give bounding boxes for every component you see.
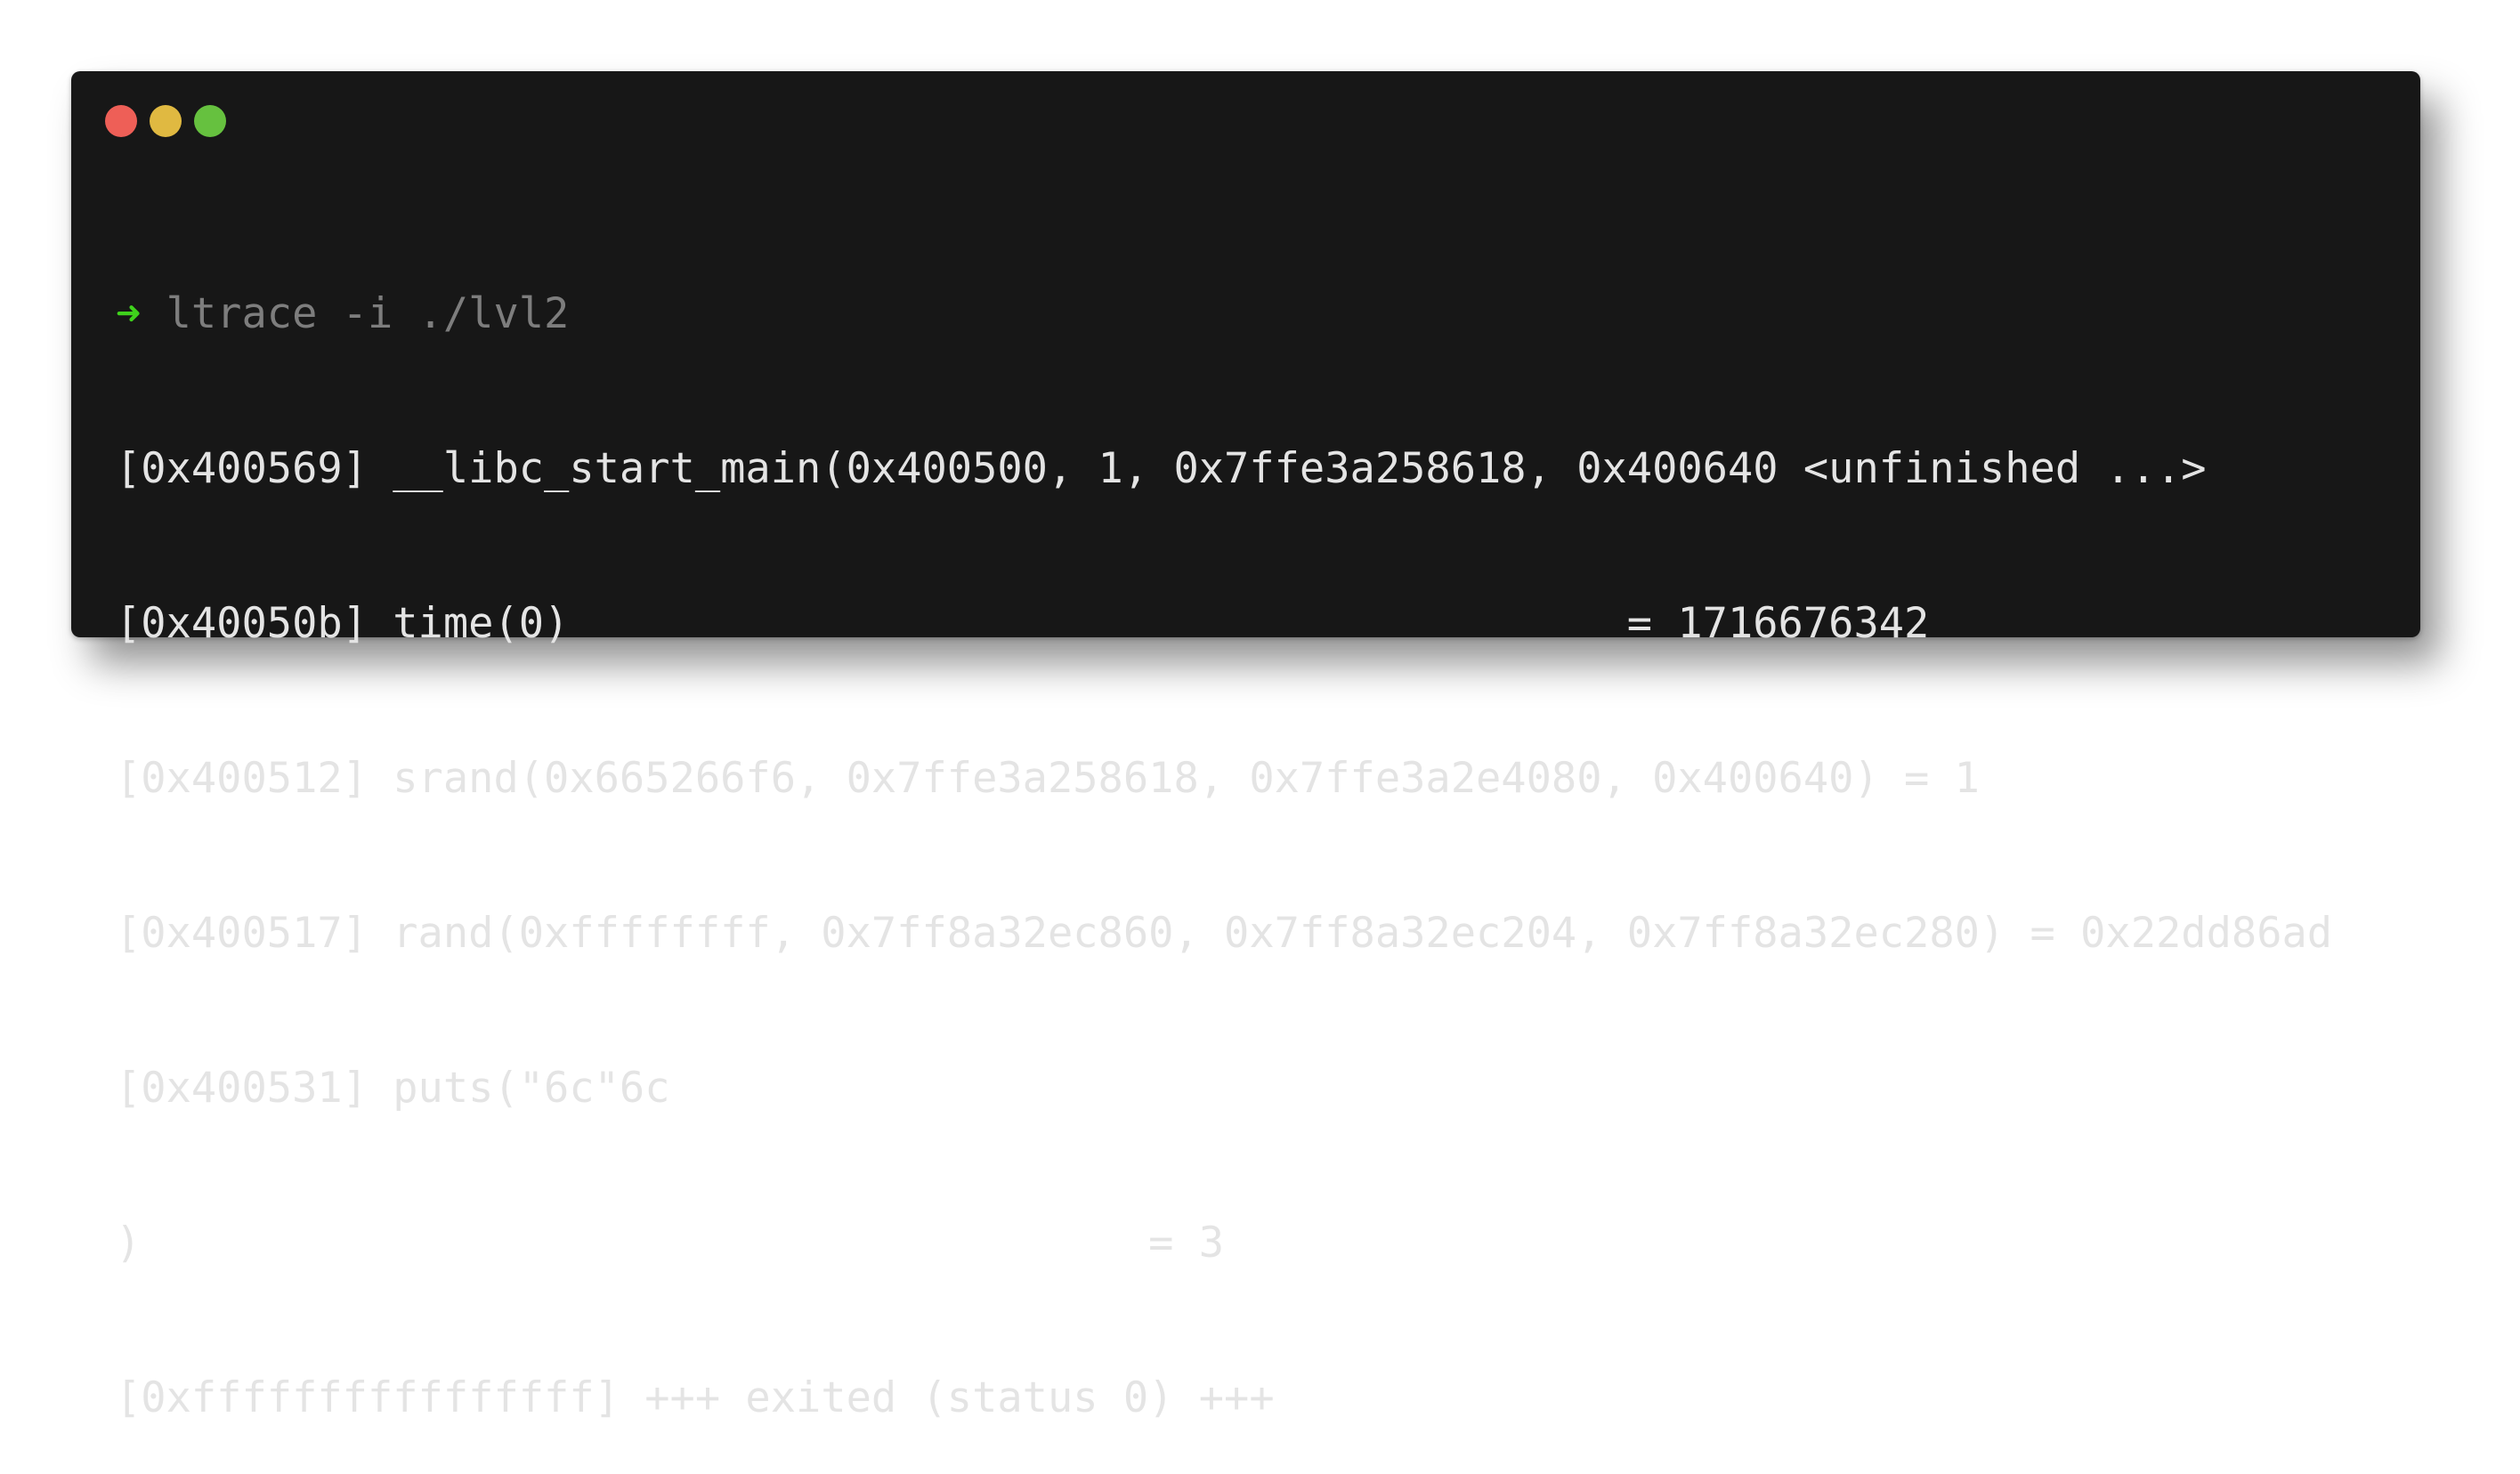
command-text: ltrace -i ./lvl2 (141, 289, 570, 338)
output-line: [0x400512] srand(0x665266f6, 0x7ffe3a258… (116, 754, 1980, 803)
output-line: [0xffffffffffffffff] +++ exited (status … (116, 1373, 1275, 1422)
prompt-line: ➜ ltrace -i ./lvl2 (116, 288, 2385, 340)
window-controls (105, 105, 226, 137)
prompt-arrow-icon: ➜ (116, 289, 142, 338)
output-line: ) = 3 (116, 1219, 1225, 1267)
output-line: [0x400569] __libc_start_main(0x400500, 1… (116, 444, 2207, 493)
output-line: [0x400531] puts("6c"6c (116, 1064, 670, 1113)
terminal-output: ➜ ltrace -i ./lvl2 [0x400569] __libc_sta… (116, 185, 2385, 1474)
output-line: [0x40050b] time(0) = 1716676342 (116, 599, 1930, 648)
close-button[interactable] (105, 105, 137, 137)
minimize-button[interactable] (150, 105, 182, 137)
terminal-window: ➜ ltrace -i ./lvl2 [0x400569] __libc_sta… (71, 71, 2420, 1422)
output-line: [0x400517] rand(0xffffffff, 0x7ff8a32ec8… (116, 909, 2333, 958)
maximize-button[interactable] (194, 105, 226, 137)
